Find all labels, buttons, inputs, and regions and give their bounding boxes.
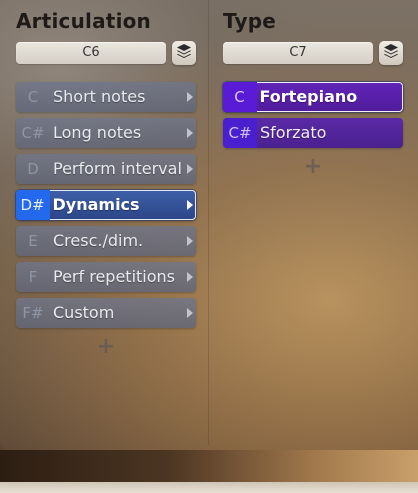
item-label: Perf repetitions — [53, 267, 175, 286]
item-key: E — [28, 232, 38, 250]
column-divider — [208, 0, 209, 445]
articulation-item[interactable]: D Perform interval — [16, 154, 196, 184]
item-label: Cresc./dim. — [53, 231, 144, 250]
chevron-right-icon[interactable] — [187, 308, 193, 318]
articulation-item[interactable]: C# Long notes — [16, 118, 196, 148]
articulation-item[interactable]: E Cresc./dim. — [16, 226, 196, 256]
type-item[interactable]: C# Sforzato — [223, 118, 403, 148]
item-key: F# — [22, 304, 44, 322]
layers-icon — [383, 43, 399, 63]
chevron-right-icon[interactable] — [187, 92, 193, 102]
type-note-field[interactable]: C7 — [223, 42, 373, 64]
item-key: C# — [21, 124, 45, 142]
item-label: Long notes — [53, 123, 142, 142]
type-title: Type — [223, 9, 276, 33]
item-label: Dynamics — [52, 194, 140, 214]
item-label: Fortepiano — [259, 86, 358, 106]
item-label: Perform interval — [53, 159, 182, 178]
item-label: Short notes — [53, 87, 146, 106]
item-label: Sforzato — [260, 123, 327, 142]
articulation-panel: Articulation C6 C Short notes C# Long notes… — [0, 0, 418, 450]
type-add-button[interactable]: + — [223, 154, 403, 180]
type-item[interactable]: C Fortepiano — [222, 81, 403, 112]
articulation-item[interactable]: C Short notes — [16, 82, 196, 112]
articulation-note-field[interactable]: C6 — [16, 42, 166, 64]
type-layers-button[interactable] — [379, 41, 403, 65]
articulation-title: Articulation — [16, 9, 151, 33]
chevron-right-icon[interactable] — [187, 272, 193, 282]
item-key: C — [27, 88, 39, 106]
articulation-add-button[interactable]: + — [16, 334, 196, 360]
window-bottom-edge — [0, 482, 418, 493]
item-label: Custom — [53, 303, 115, 322]
layers-icon — [176, 43, 192, 63]
articulation-layers-button[interactable] — [172, 41, 196, 65]
chevron-right-icon[interactable] — [187, 199, 193, 210]
chevron-right-icon[interactable] — [187, 164, 193, 174]
chevron-right-icon[interactable] — [187, 128, 193, 138]
item-key: C# — [223, 118, 257, 148]
articulation-item[interactable]: D# Dynamics — [15, 189, 196, 220]
type-list: C Fortepiano C# Sforzato + — [222, 81, 405, 180]
item-key: D# — [15, 189, 50, 220]
item-key: F — [28, 268, 38, 286]
chevron-right-icon[interactable] — [187, 236, 193, 246]
articulation-list: C Short notes C# Long notes D Perform interva… — [15, 82, 198, 360]
articulation-item[interactable]: F Perf repetitions — [16, 262, 196, 292]
item-key: D — [27, 160, 39, 178]
articulation-item[interactable]: F# Custom — [16, 298, 196, 328]
item-key: C — [222, 81, 257, 112]
